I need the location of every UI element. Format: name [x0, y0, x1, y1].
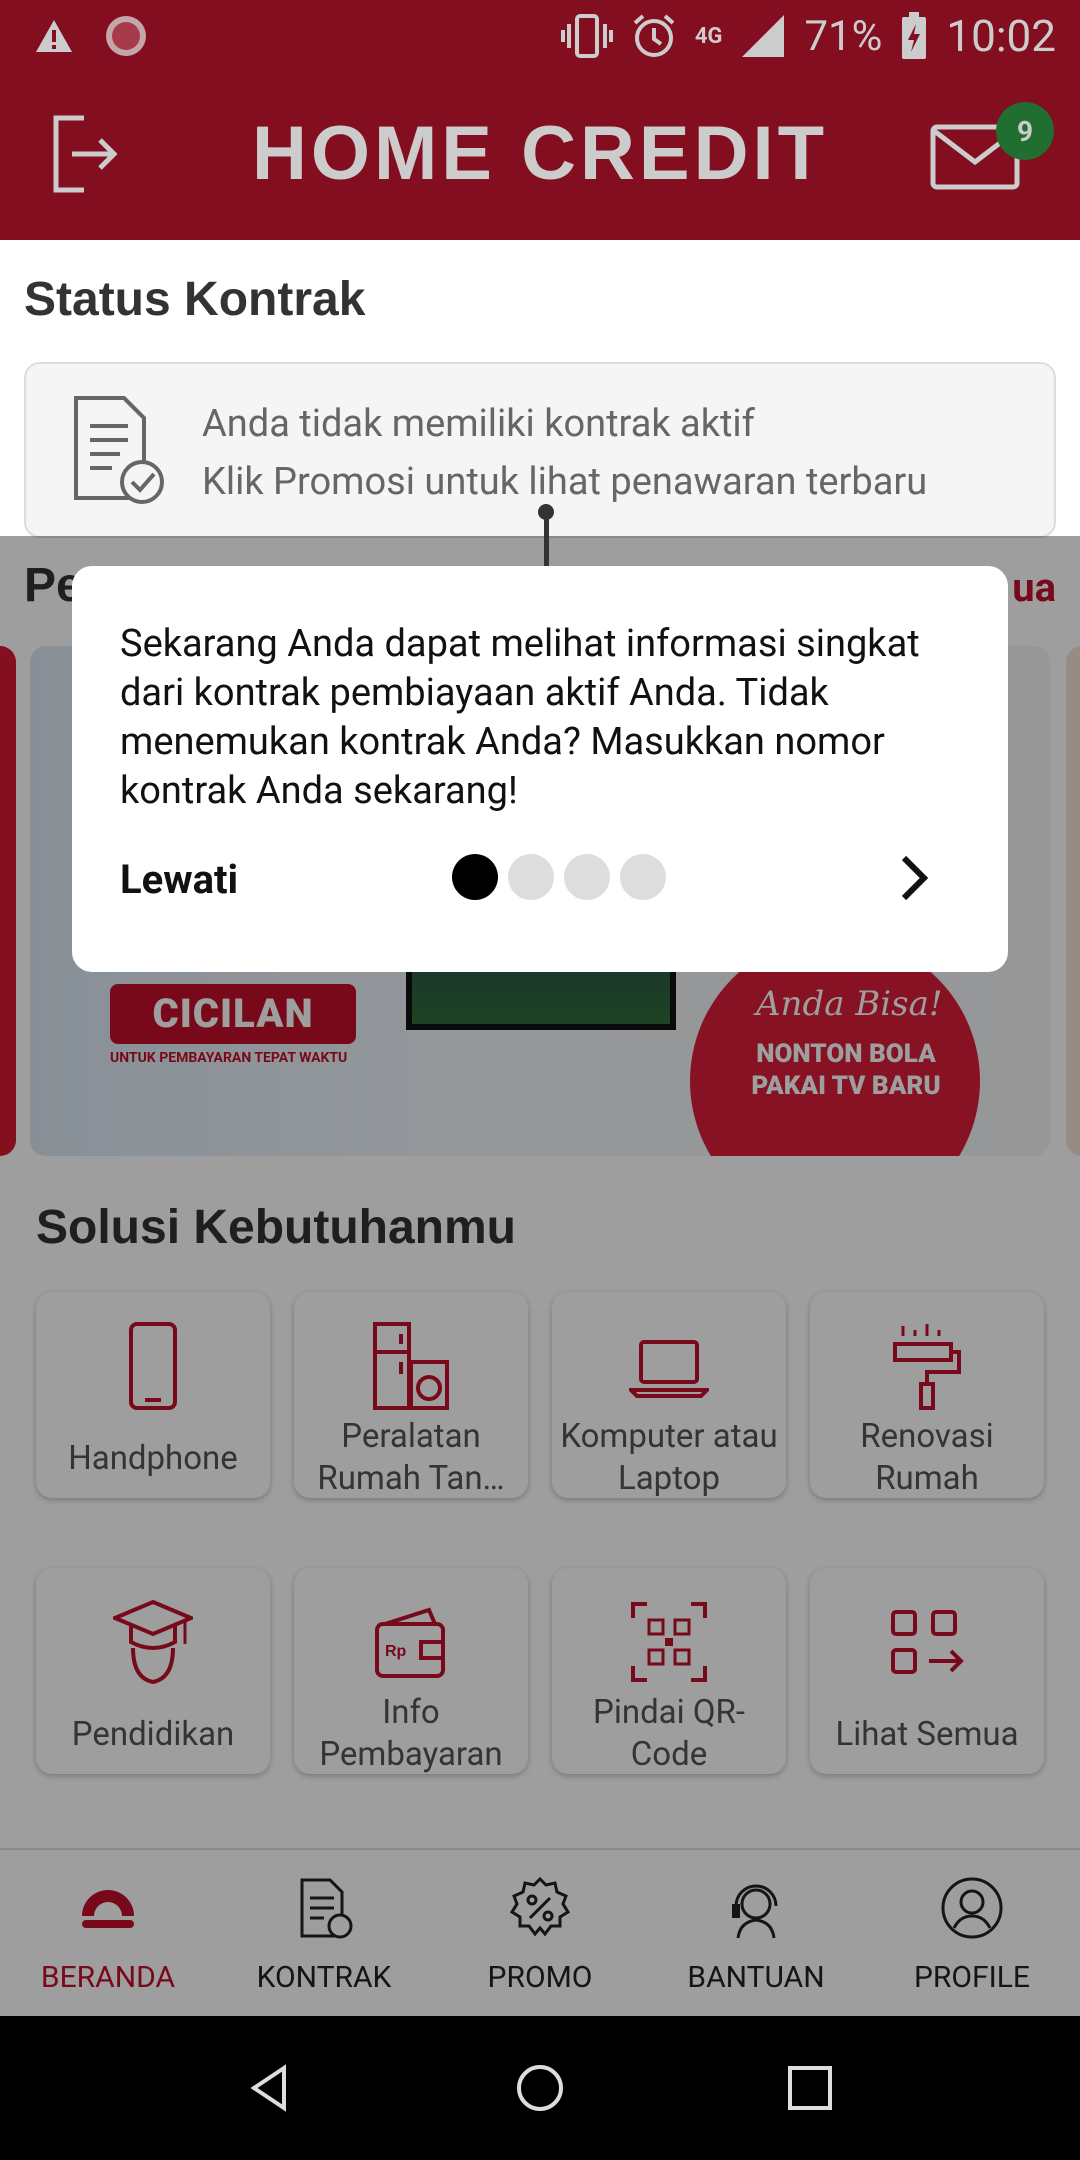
step-dot: [620, 854, 666, 900]
step-indicator: [452, 854, 666, 900]
step-dot: [564, 854, 610, 900]
skip-button[interactable]: Lewati: [120, 856, 238, 903]
tooltip-message: Sekarang Anda dapat melihat informasi si…: [120, 622, 920, 813]
home-button-icon[interactable]: [514, 2062, 566, 2114]
promo-hint-text: Klik Promosi untuk lihat penawaran terba…: [202, 460, 928, 504]
step-dot: [508, 854, 554, 900]
status-contract-title: Status Kontrak: [24, 273, 366, 326]
step-dot-active: [452, 854, 498, 900]
back-icon[interactable]: [244, 2062, 296, 2114]
coachmark-tooltip: Sekarang Anda dapat melihat informasi si…: [72, 566, 1008, 972]
system-navigation-bar: [0, 2016, 1080, 2160]
overlay-dim-top: [0, 0, 1080, 240]
recents-icon[interactable]: [784, 2062, 836, 2114]
next-arrow-icon[interactable]: [894, 852, 934, 904]
no-contract-text: Anda tidak memiliki kontrak aktif: [202, 402, 755, 446]
document-check-icon: [74, 396, 164, 504]
